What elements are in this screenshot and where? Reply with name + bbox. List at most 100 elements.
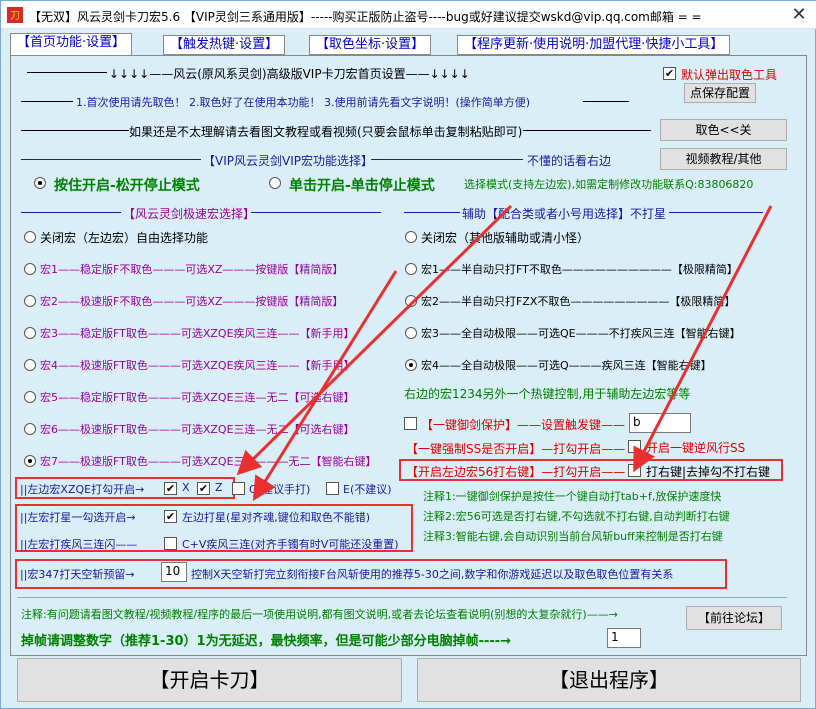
left-macro-7-label[interactable]: 宏7——极速版FT取色———可选XZQE三连———无二【智能右键】 [40,453,377,469]
right-macro-2-label[interactable]: 宏2——半自动只打FZX不取色—————————【极限精简】 [421,293,735,309]
guard-label: 【一键御剑保护】——设置触发键—— [421,418,626,432]
divider [251,212,381,213]
force-ss-check-label[interactable]: 开启一键逆风行SS [646,439,745,456]
left-macro-1-radio[interactable] [24,263,36,275]
tab-home-settings[interactable]: 【首页功能·设置】 [10,33,133,55]
left-macro-3-label[interactable]: 宏3——稳定版FT取色———可选XZQE疾风三连——【新手用】 [40,325,355,341]
guard-key-input[interactable]: b [629,413,691,433]
footer-note: 注释:有问题请看图文教程/视频教程/程序的最后一项使用说明,都有图文说明,或者去… [21,608,618,621]
sky-note: 控制X天空斩打完立刻衔接F台风斩使用的推荐5-30之间,数字和你游戏延迟以及取色… [191,568,674,581]
divider [583,101,629,102]
mode-toggle-label[interactable]: 单击开启-单击停止模式 [289,175,435,195]
tab-color-coords[interactable]: 【取色坐标·设置】 [309,35,432,55]
divider [669,212,763,213]
left-macro-3-radio[interactable] [24,327,36,339]
left-macro-2-label[interactable]: 宏2——极速版F不取色———可选XZ———按键版【精简版】 [40,293,343,309]
gale-label[interactable]: C+V疾风三连(对齐手镯有时V可能还没重置) [182,536,399,552]
right-macro-1-radio[interactable] [405,263,417,275]
forum-button[interactable]: 【前往论坛】 [686,606,782,630]
exit-button[interactable]: 【退出程序】 [417,658,801,702]
header-line1: ↓↓↓↓——风云(原风系灵剑)高级版VIP卡刀宏首页设置——↓↓↓↓ [109,67,470,81]
see-right-hint: 不懂的话看右边 [527,154,612,168]
right-macro-off-radio[interactable] [405,231,417,243]
note-2: 注释2:宏56可选是否打右键,不勾选就不打右键,自动判断打右键 [423,510,730,523]
e-label[interactable]: E(不建议) [343,481,392,497]
divider [27,72,107,73]
right-macro-1-label[interactable]: 宏1——半自动只打FT不取色——————————【极限精简】 [421,261,738,277]
force-ss-checkbox[interactable] [628,440,641,453]
right-macro-2-radio[interactable] [405,295,417,307]
tab-updates-help[interactable]: 【程序更新·使用说明·加盟代理·快捷小工具】 [457,35,731,55]
video-tutorial-button[interactable]: 视频教程/其他 [660,148,787,170]
default-popup-label: 默认弹出取色工具 [681,68,778,82]
e-checkbox[interactable] [326,482,339,495]
left-macro-5-radio[interactable] [24,391,36,403]
sky-option-prefix: ||宏347打天空斩预留→ [20,568,135,581]
window-title: 【无双】风云灵剑卡刀宏5.6 【VIP灵剑三系通用版】-----购买正版防止盗号… [29,10,702,24]
svg-text:刀: 刀 [10,11,20,22]
left-group-title: 【风云灵剑极速宏选择】 [123,207,256,221]
left-macro-6-radio[interactable] [24,423,36,435]
note-1: 注释1:一键御剑保护是按住一个键自动打tab+f,放保护速度快 [423,490,722,503]
gale-option-prefix: ||左宏打疾风三连闪—— [20,538,138,551]
left56-label: 【开启左边宏56打右键】—打勾开启—— [406,465,626,479]
right-macro-4-label[interactable]: 宏4——全自动极限——可选Q———疾风三连【智能右键】 [421,357,712,373]
feature-select-title: 【VIP风云灵剑VIP宏功能选择】 [203,154,373,168]
divider [523,130,651,131]
left-macro-6-label[interactable]: 宏6——极速版FT取色———可选XZQE三连—无二【可选右键】 [40,421,355,437]
star-checkbox[interactable]: ✔ [164,510,177,523]
left56-checkbox[interactable] [628,464,641,477]
mode-hold-label[interactable]: 按住开启-松开停止模式 [54,175,200,195]
divider [21,212,121,213]
close-icon[interactable]: ✕ [785,3,813,27]
pick-color-button[interactable]: 取色<<关 [660,119,787,141]
save-config-button[interactable]: 点保存配置 [684,83,756,103]
left-macro-5-label[interactable]: 宏5——稳定版FT取色———可选XZQE三连—无二【可选右键】 [40,389,355,405]
force-ss-label: 【一键强制SS是否开启】—打勾开启—— [406,442,626,456]
right-macro-3-label[interactable]: 宏3——全自动极限——可选QE———不打疾风三连【智能右键】 [421,325,741,341]
left-macro-off-radio[interactable] [24,231,36,243]
tab-hotkey-settings[interactable]: 【触发热键·设置】 [163,35,286,55]
mode-note: 选择模式(支持左边宏),如需定制修改功能联系Q:83806820 [464,178,754,191]
star-option-prefix: ||左宏打星一勾选开启→ [20,511,136,524]
divider [21,130,129,131]
header-line3: 如果还是不太理解请去看图文教程或看视频(只要会鼠标单击复制粘贴即可) [129,125,523,139]
sky-delay-input[interactable]: 10 [161,562,187,582]
star-label[interactable]: 左边打星(星对齐魂,键位和取色不能错) [182,509,370,525]
divider [21,159,201,160]
right-macro-4-radio[interactable] [405,359,417,371]
right-group-title: 辅助【配合类或者小号用选择】不打星 [462,207,667,221]
q-checkbox[interactable] [232,482,245,495]
frame-delay-input[interactable]: 1 [607,628,641,648]
xz-option-label: ||左边宏XZQE打勾开启→ [20,483,145,496]
left-macro-4-radio[interactable] [24,359,36,371]
left-macro-2-radio[interactable] [24,295,36,307]
divider [21,101,73,102]
x-label[interactable]: X [182,481,190,494]
divider [371,159,523,160]
left-macro-4-label[interactable]: 宏4——极速版FT取色———可选XZQE疾风三连——【新手用】 [40,357,355,373]
q-label[interactable]: Q(建议手打) [249,481,310,497]
divider [404,212,460,213]
guard-checkbox[interactable] [404,417,417,430]
left-macro-1-label[interactable]: 宏1——稳定版F不取色———可选XZ———按键版【精简版】 [40,261,343,277]
right-macro-off-label[interactable]: 关闭宏（其他版辅助或清小怪） [421,229,589,246]
default-popup-checkbox[interactable]: ✔ [663,67,676,80]
main-window: 刀 【无双】风云灵剑卡刀宏5.6 【VIP灵剑三系通用版】-----购买正版防止… [0,0,816,709]
z-label[interactable]: Z [215,481,223,494]
frame-label: 掉帧请调整数字（推荐1-30）1为无延迟，最快频率，但是可能少部分电脑掉帧---… [21,634,512,649]
mode-hold-radio[interactable] [34,177,46,189]
x-checkbox[interactable]: ✔ [164,482,177,495]
note-3: 注释3:智能右键,会自动识别当前台风斩buff来控制是否打右键 [423,530,723,543]
mode-toggle-radio[interactable] [269,177,281,189]
left56-check-label[interactable]: 打右键|去掉勾不打右键 [646,463,770,480]
left-macro-7-radio[interactable] [24,455,36,467]
left-macro-off-label[interactable]: 关闭宏（左边宏）自由选择功能 [40,229,208,246]
start-button[interactable]: 【开启卡刀】 [17,658,402,702]
gale-checkbox[interactable] [164,537,177,550]
right-macro-3-radio[interactable] [405,327,417,339]
right-hotkey-note: 右边的宏1234另外一个热键控制,用于辅助左边宏等等 [404,387,691,401]
title-bar: 刀 【无双】风云灵剑卡刀宏5.6 【VIP灵剑三系通用版】-----购买正版防止… [1,1,816,29]
z-checkbox[interactable]: ✔ [197,482,210,495]
divider [17,597,787,598]
